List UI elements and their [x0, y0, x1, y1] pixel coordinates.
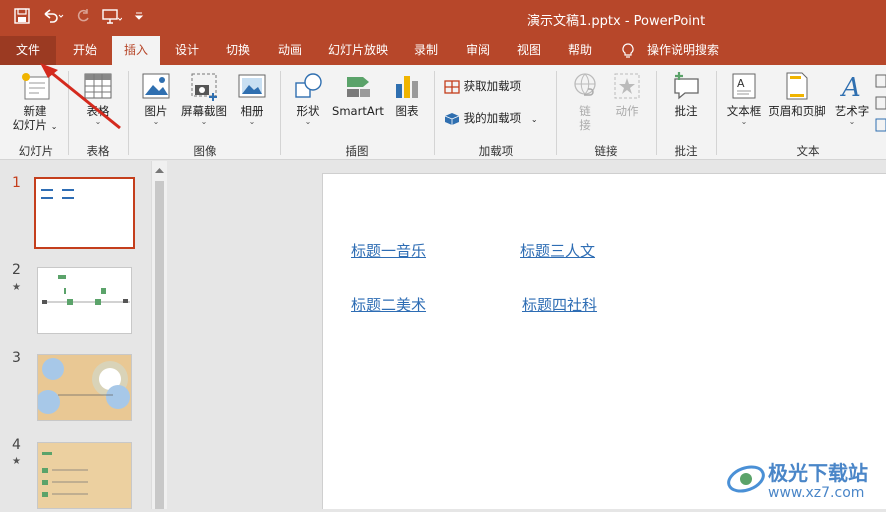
watermark-text: 极光下载站: [768, 461, 868, 485]
annotation-arrow: [40, 63, 121, 130]
watermark-url: www.xz7.com: [768, 485, 865, 501]
watermark: 极光下载站 www.xz7.com: [722, 455, 886, 509]
